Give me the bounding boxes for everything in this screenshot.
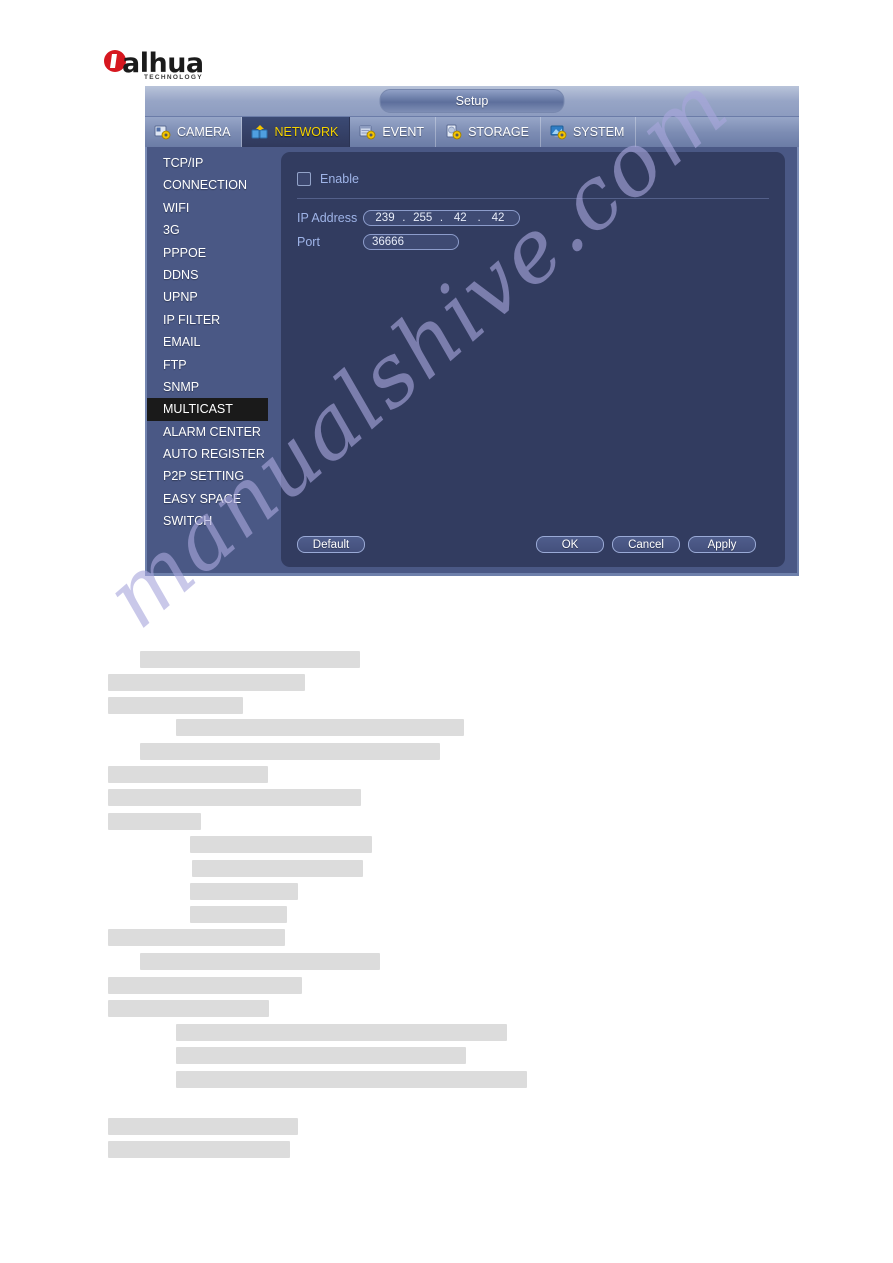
ip-octet-4[interactable]: 42 <box>485 210 511 226</box>
tab-camera[interactable]: CAMERA <box>145 117 243 147</box>
ip-separator-1: . <box>402 212 406 224</box>
ip-address-row: IP Address 239 . 255 . 42 . 42 <box>297 210 520 226</box>
enable-row: Enable <box>297 172 359 186</box>
ip-octet-2[interactable]: 255 <box>410 210 436 226</box>
sidebar-item-switch[interactable]: SWITCH <box>147 510 268 532</box>
redacted-line <box>108 813 201 830</box>
port-label: Port <box>297 235 320 249</box>
sidebar-item-wifi[interactable]: WIFI <box>147 197 268 219</box>
setup-dialog: Setup CAMERA NETWORK EVENT STORAGE SYSTE… <box>145 86 799 576</box>
ip-separator-2: . <box>439 212 444 224</box>
event-gear-icon <box>359 124 377 140</box>
main-tab-bar: CAMERA NETWORK EVENT STORAGE SYSTEM <box>145 117 799 147</box>
redacted-line <box>108 1118 298 1135</box>
redacted-line <box>108 789 361 806</box>
ip-octet-3[interactable]: 42 <box>447 210 473 226</box>
redacted-line <box>108 1141 290 1158</box>
redacted-line <box>140 953 380 970</box>
redacted-line <box>108 929 285 946</box>
enable-checkbox[interactable] <box>297 172 311 186</box>
ip-address-input[interactable]: 239 . 255 . 42 . 42 <box>363 210 520 226</box>
sidebar-item-upnp[interactable]: UPNP <box>147 286 268 308</box>
storage-gear-icon <box>445 124 463 140</box>
sidebar-item-tcpip[interactable]: TCP/IP <box>147 152 268 174</box>
sidebar-item-pppoe[interactable]: PPPOE <box>147 242 268 264</box>
network-icon <box>251 124 269 140</box>
sidebar-item-p2p-setting[interactable]: P2P SETTING <box>147 465 268 487</box>
redacted-line <box>190 906 287 923</box>
sidebar-item-ip-filter[interactable]: IP FILTER <box>147 309 268 331</box>
cancel-button[interactable]: Cancel <box>612 536 680 553</box>
ip-separator-3: . <box>477 212 481 224</box>
system-gear-icon <box>550 124 568 140</box>
sidebar-item-ftp[interactable]: FTP <box>147 354 268 376</box>
redacted-line <box>190 883 298 900</box>
tab-system-label: SYSTEM <box>572 125 625 139</box>
tab-camera-label: CAMERA <box>177 125 231 139</box>
redacted-line <box>176 719 464 736</box>
sidebar-item-snmp[interactable]: SNMP <box>147 376 268 398</box>
tab-network-label: NETWORK <box>274 125 339 139</box>
tab-system[interactable]: SYSTEM <box>541 117 637 147</box>
redacted-line <box>190 836 372 853</box>
multicast-panel: Enable IP Address 239 . 255 . 42 . 42 Po… <box>268 147 797 573</box>
sidebar-item-ddns[interactable]: DDNS <box>147 264 268 286</box>
tab-event[interactable]: EVENT <box>350 117 437 147</box>
sidebar-item-connection[interactable]: CONNECTION <box>147 174 268 196</box>
camera-gear-icon <box>154 124 172 140</box>
sidebar-item-auto-register[interactable]: AUTO REGISTER <box>147 443 268 465</box>
network-sidebar: TCP/IP CONNECTION WIFI 3G PPPOE DDNS UPN… <box>147 147 268 573</box>
enable-label: Enable <box>320 172 359 186</box>
redacted-line <box>108 1000 269 1017</box>
redacted-line <box>176 1071 527 1088</box>
redacted-line <box>140 651 360 668</box>
section-divider <box>297 198 769 199</box>
multicast-panel-inner: Enable IP Address 239 . 255 . 42 . 42 Po… <box>281 152 785 567</box>
ip-address-label: IP Address <box>297 211 358 225</box>
sidebar-item-easy-space[interactable]: EASY SPACE <box>147 488 268 510</box>
redacted-line <box>108 766 268 783</box>
sidebar-item-alarm-center[interactable]: ALARM CENTER <box>147 421 268 443</box>
redacted-line <box>176 1047 466 1064</box>
default-button[interactable]: Default <box>297 536 365 553</box>
redacted-line <box>108 697 243 714</box>
port-row: Port 36666 <box>297 234 459 250</box>
redacted-line <box>192 860 363 877</box>
sidebar-item-email[interactable]: EMAIL <box>147 331 268 353</box>
dialog-title: Setup <box>379 89 565 113</box>
dahua-logo-tagline: TECHNOLOGY <box>144 74 203 81</box>
redacted-line <box>140 743 440 760</box>
dialog-titlebar: Setup <box>145 86 799 117</box>
sidebar-item-multicast[interactable]: MULTICAST <box>147 398 268 421</box>
sidebar-item-3g[interactable]: 3G <box>147 219 268 241</box>
redacted-line <box>176 1024 507 1041</box>
ip-octet-1[interactable]: 239 <box>372 210 398 226</box>
port-input[interactable]: 36666 <box>363 234 459 250</box>
apply-button[interactable]: Apply <box>688 536 756 553</box>
ok-button[interactable]: OK <box>536 536 604 553</box>
redacted-line <box>108 674 305 691</box>
redacted-line <box>108 977 302 994</box>
tab-storage[interactable]: STORAGE <box>436 117 541 147</box>
tab-network[interactable]: NETWORK <box>242 117 351 147</box>
tab-event-label: EVENT <box>382 125 425 139</box>
dialog-body: TCP/IP CONNECTION WIFI 3G PPPOE DDNS UPN… <box>147 147 797 573</box>
tab-storage-label: STORAGE <box>468 125 529 139</box>
dahua-logo: alhua TECHNOLOGY <box>104 48 304 84</box>
